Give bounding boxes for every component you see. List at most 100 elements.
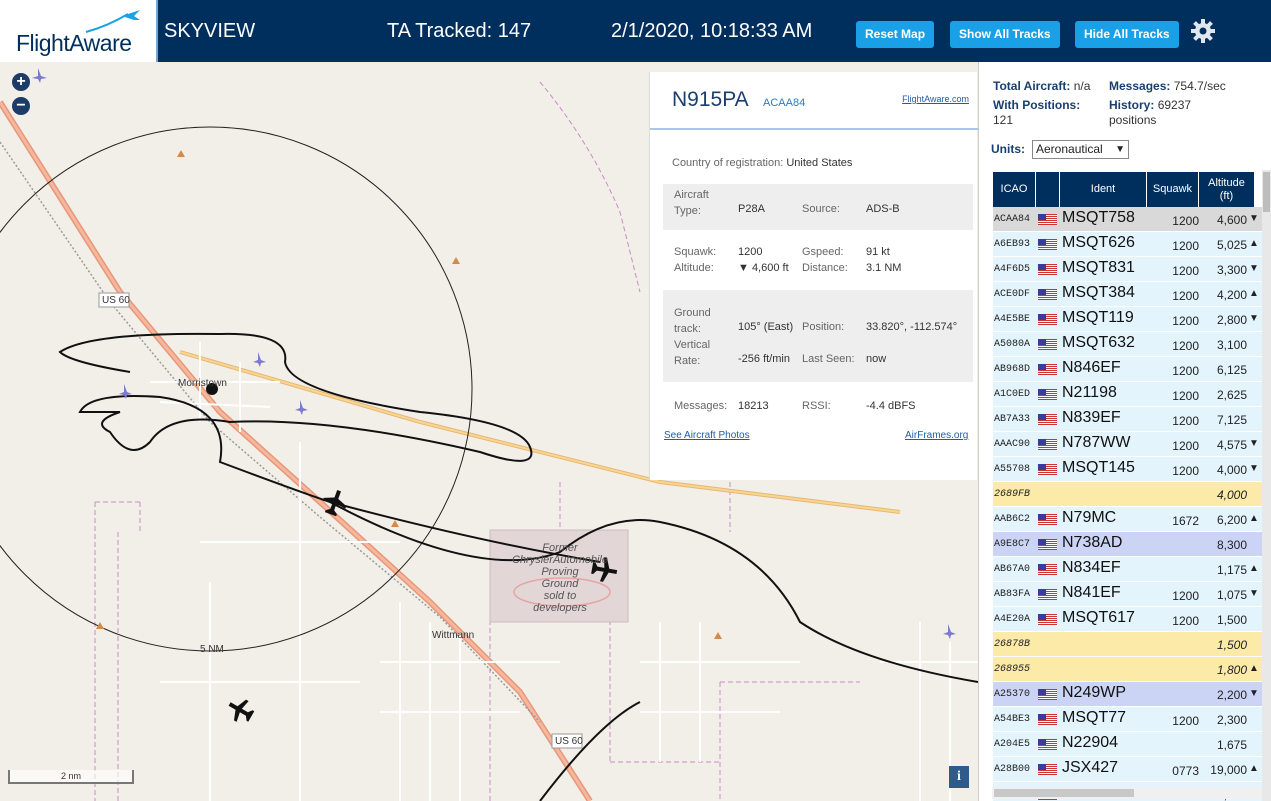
cell-icao: A6EB93 [994,239,1031,250]
aircraft-row[interactable]: A1C0ED N21198 1200 2,625 [993,382,1271,407]
aircraft-row[interactable]: 26878B 1,500 [993,632,1271,657]
cell-vertical-trend: ▼ [1249,263,1259,274]
aircraft-row[interactable]: AB7A33 N839EF 1200 7,125 [993,407,1271,432]
aircraft-row[interactable]: A54BE3 MSQT77 1200 2,300 [993,707,1271,732]
aircraft-row[interactable]: ACAA84 MSQT758 1200 4,600 ▼ [993,207,1271,232]
aircraft-row[interactable]: A55708 MSQT145 1200 4,000 ▼ [993,457,1271,482]
total-aircraft-stat: Total Aircraft: n/a [993,79,1091,93]
us-flag-icon [1038,739,1057,750]
table-h-scroll-thumb[interactable] [994,789,1134,797]
aircraft-row[interactable]: AB83FA N841EF 1200 1,075 ▼ [993,582,1271,607]
col-header-flag[interactable] [1036,172,1060,207]
col-header-icao[interactable]: ICAO [993,172,1036,207]
us-flag-icon [1038,689,1057,700]
reset-map-button[interactable]: Reset Map [856,21,935,48]
source-label: Source: [802,203,840,215]
aircraft-photos-link[interactable]: See Aircraft Photos [664,430,750,441]
sidebar-scroll-thumb[interactable] [1263,172,1270,212]
aircraft-row[interactable]: AAB6C2 N79MC 1672 6,200 ▲ [993,507,1271,532]
gear-icon[interactable] [1191,19,1215,43]
zoom-out-button[interactable]: − [12,97,30,115]
show-all-tracks-button[interactable]: Show All Tracks [950,21,1060,48]
cell-squawk: 1200 [1172,464,1199,478]
sidebar-scrollbar[interactable] [1262,170,1271,801]
cell-icao: AB7A33 [994,414,1031,425]
cell-icao: A204E5 [994,739,1031,750]
us-flag-icon [1038,314,1057,325]
hide-all-tracks-button[interactable]: Hide All Tracks [1075,21,1179,48]
app-name: SKYVIEW [164,20,256,42]
aircraft-row[interactable]: A25370 N249WP 2,200 ▼ [993,682,1271,707]
cell-vertical-trend: ▲ [1249,663,1259,674]
cell-squawk: 1200 [1172,614,1199,628]
aircraft-row[interactable]: A4E5BE MSQT119 1200 2,800 ▼ [993,307,1271,332]
cell-ident: MSQT384 [1062,284,1135,301]
us-flag-icon [1038,239,1057,250]
aircraft-row[interactable]: A4F6D5 MSQT831 1200 3,300 ▼ [993,257,1271,282]
cell-ident: N834EF [1062,559,1121,576]
last-seen-label: Last Seen: [802,353,855,365]
cell-vertical-trend: ▼ [1249,588,1259,599]
rssi-label: RSSI: [802,400,831,412]
cell-ident: MSQT632 [1062,334,1135,351]
distance-value: 3.1 NM [866,262,902,274]
aircraft-row[interactable]: 2689FB 4,000 [993,482,1271,507]
cell-altitude: 1,675 [1216,738,1247,752]
cell-squawk: 1200 [1172,589,1199,603]
col-header-ident[interactable]: Ident [1060,172,1147,207]
squawk-label: Squawk: [674,246,717,258]
cell-altitude: 19,000 [1210,763,1247,777]
aircraft-row[interactable]: A28B00 JSX427 0773 19,000 ▲ [993,757,1271,782]
units-select[interactable]: Aeronautical ▼ [1032,140,1129,159]
aircraft-row[interactable]: AAAC90 N787WW 1200 4,575 ▼ [993,432,1271,457]
cell-squawk: 1200 [1172,389,1199,403]
flightaware-logo[interactable]: FlightAware [0,0,158,62]
cell-icao: A54BE3 [994,714,1031,725]
cell-icao: A55708 [994,464,1031,475]
col-header-squawk[interactable]: Squawk [1147,172,1199,207]
cell-icao: AAB6C2 [994,514,1031,525]
cell-icao: A25370 [994,689,1031,700]
us-flag-icon [1038,514,1057,525]
cell-altitude: 1,075 [1216,588,1247,602]
track-label: Ground track: [674,307,711,335]
cell-icao: A1C0ED [994,389,1031,400]
messages-value: 18213 [738,400,769,412]
cell-vertical-trend: ▼ [1249,313,1259,324]
cell-altitude: 2,200 [1216,688,1247,702]
track-value: 105° (East) [738,321,794,333]
cell-icao: A4E5BE [994,314,1031,325]
aircraft-row[interactable]: A204E5 N22904 1,675 [993,732,1271,757]
info-button[interactable]: i [949,766,969,788]
cell-altitude: 3,100 [1216,338,1247,352]
units-label: Units: [991,142,1025,156]
distance-label: Distance: [802,262,848,274]
aircraft-row[interactable]: 268955 1,800 ▲ [993,657,1271,682]
aircraft-row[interactable]: ACE0DF MSQT384 1200 4,200 ▲ [993,282,1271,307]
top-header: FlightAware SKYVIEW TA Tracked: 147 2/1/… [0,0,1271,62]
aircraft-row[interactable]: A5080A MSQT632 1200 3,100 [993,332,1271,357]
us-flag-icon [1038,389,1057,400]
aircraft-row[interactable]: AB968D N846EF 1200 6,125 [993,357,1271,382]
col-header-altitude[interactable]: Altitude (ft) [1199,172,1255,207]
aircraft-row[interactable]: A4E20A MSQT617 1200 1,500 [993,607,1271,632]
gspeed-label: Gspeed: [802,246,844,258]
cell-altitude: 4,200 [1216,288,1247,302]
cell-icao: A28B00 [994,764,1031,775]
us-flag-icon [1038,439,1057,450]
us-flag-icon [1038,564,1057,575]
chevron-down-icon: ▼ [1115,144,1125,155]
cell-altitude: 2,625 [1216,388,1247,402]
airframes-link[interactable]: AirFrames.org [905,430,968,441]
zoom-in-button[interactable]: + [12,73,30,91]
cell-vertical-trend: ▼ [1249,213,1259,224]
us-flag-icon [1038,214,1057,225]
cell-altitude: 6,200 [1216,513,1247,527]
aircraft-row[interactable]: A9E8C7 N738AD 8,300 [993,532,1271,557]
aircraft-row[interactable]: A6EB93 MSQT626 1200 5,025 ▲ [993,232,1271,257]
flightaware-link[interactable]: FlightAware.com [902,94,969,104]
cell-altitude: 4,000 [1216,488,1247,502]
scale-bar: 2 nm [8,770,134,784]
cell-icao: A4E20A [994,614,1031,625]
aircraft-row[interactable]: AB67A0 N834EF 1,175 ▲ [993,557,1271,582]
